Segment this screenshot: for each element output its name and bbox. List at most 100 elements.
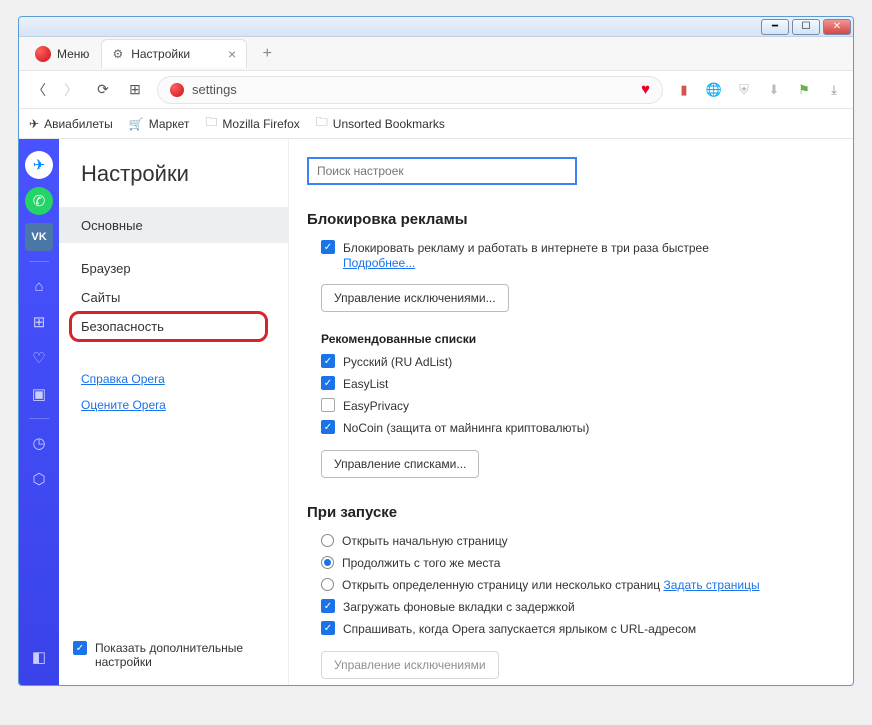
speed-dial-dock-icon[interactable]: ⊞	[25, 308, 53, 336]
manage-exceptions-2-button[interactable]: Управление исключениями	[321, 651, 499, 679]
startup-r3[interactable]: Открыть определенную страницу или нескол…	[321, 577, 835, 593]
bookmark-label: Mozilla Firefox	[222, 117, 299, 131]
tab-title: Настройки	[131, 47, 190, 61]
content-area: ✈ ✆ VK ⌂ ⊞ ♡ ▣ ◷ ⬡ ◧ Настройки Основные …	[19, 139, 853, 685]
address-field[interactable]: settings ♥	[157, 76, 663, 104]
list-ru-row[interactable]: ✓Русский (RU AdList)	[321, 354, 835, 370]
bookmark-market[interactable]: 🛒Маркет	[129, 117, 190, 131]
bookmark-firefox[interactable]: 🗀 Mozilla Firefox	[205, 113, 299, 134]
maximize-button[interactable]: ☐	[792, 19, 820, 35]
dock-separator	[29, 418, 49, 419]
list-label: EasyList	[343, 376, 388, 392]
speed-dial-icon[interactable]: ⊞	[125, 80, 145, 100]
address-text: settings	[192, 82, 237, 97]
startup-r1[interactable]: Открыть начальную страницу	[321, 533, 835, 549]
extension-icon-3[interactable]: ⚑	[795, 81, 813, 99]
bookmark-unsorted[interactable]: 🗀 Unsorted Bookmarks	[316, 113, 445, 134]
vk-icon[interactable]: VK	[25, 223, 53, 251]
new-tab-button[interactable]: +	[255, 42, 279, 66]
radio-icon[interactable]	[321, 556, 334, 569]
adblock-more-link[interactable]: Подробнее...	[343, 256, 415, 270]
checkbox-icon[interactable]: ✓	[321, 376, 335, 390]
sidebar-toggle-icon[interactable]: ◧	[25, 643, 53, 671]
news-icon[interactable]: ▣	[25, 380, 53, 408]
address-bar: 〈 〉 ⟳ ⊞ settings ♥ ▮ 🌐 ⛨ ⬇ ⚑ ⤓	[19, 71, 853, 109]
shield-icon[interactable]: ⛨	[735, 81, 753, 99]
adblock-label: Блокировать рекламу и работать в интерне…	[343, 241, 709, 255]
check-label: Загружать фоновые вкладки с задержкой	[343, 599, 575, 615]
startup-r2[interactable]: Продолжить с того же места	[321, 555, 835, 571]
section-startup: При запуске	[307, 504, 835, 521]
folder-icon: 🗀	[205, 113, 217, 134]
checkbox-icon[interactable]: ✓	[321, 398, 335, 412]
radio-icon[interactable]	[321, 578, 334, 591]
messenger-icon[interactable]: ✈	[25, 151, 53, 179]
nav-sites[interactable]: Сайты	[59, 286, 288, 309]
settings-sidebar: Настройки Основные Браузер Сайты Безопас…	[59, 139, 289, 685]
advanced-label: Показать дополнительные настройки	[95, 641, 274, 669]
set-pages-link[interactable]: Задать страницы	[664, 578, 760, 592]
tab-bar: Меню ⚙ Настройки × +	[19, 37, 853, 71]
side-dock: ✈ ✆ VK ⌂ ⊞ ♡ ▣ ◷ ⬡ ◧	[19, 139, 59, 685]
close-button[interactable]: ✕	[823, 19, 851, 35]
folder-icon: 🗀	[316, 113, 328, 134]
history-icon[interactable]: ◷	[25, 429, 53, 457]
manage-lists-button[interactable]: Управление списками...	[321, 450, 479, 478]
bookmark-avia[interactable]: ✈ Авиабилеты	[29, 117, 113, 131]
forward-button[interactable]: 〉	[61, 80, 81, 100]
checkbox-icon[interactable]: ✓	[321, 240, 335, 254]
adblock-toggle-row[interactable]: ✓ Блокировать рекламу и работать в интер…	[321, 240, 835, 270]
help-link[interactable]: Справка Opera	[81, 372, 165, 386]
startup-c2[interactable]: ✓ Спрашивать, когда Opera запускается ярл…	[321, 621, 835, 637]
checkbox-icon[interactable]: ✓	[73, 641, 87, 655]
downloads-icon[interactable]: ⤓	[825, 81, 843, 99]
checkbox-icon[interactable]: ✓	[321, 354, 335, 368]
settings-search-input[interactable]	[307, 157, 577, 185]
lists-heading: Рекомендованные списки	[321, 332, 835, 346]
settings-title: Настройки	[59, 161, 288, 207]
list-label: EasyPrivacy	[343, 398, 409, 414]
whatsapp-icon[interactable]: ✆	[25, 187, 53, 215]
extension-icon-2[interactable]: 🌐	[705, 81, 723, 99]
rate-link[interactable]: Оцените Opera	[81, 398, 166, 412]
plane-icon: ✈	[29, 117, 39, 131]
r3-text: Открыть определенную страницу или нескол…	[342, 578, 660, 592]
list-nocoin-row[interactable]: ✓NoCoin (защита от майнинга криптовалюты…	[321, 420, 835, 436]
nav-main[interactable]: Основные	[59, 207, 288, 243]
bookmarks-bar: ✈ Авиабилеты 🛒Маркет 🗀 Mozilla Firefox 🗀 Un…	[19, 109, 853, 139]
snapshot-icon[interactable]: ⌂	[25, 272, 53, 300]
checkbox-icon[interactable]: ✓	[321, 621, 335, 635]
checkbox-icon[interactable]: ✓	[321, 420, 335, 434]
checkbox-icon[interactable]: ✓	[321, 599, 335, 613]
extension-icon-1[interactable]: ▮	[675, 81, 693, 99]
advanced-toggle[interactable]: ✓ Показать дополнительные настройки	[59, 631, 288, 685]
opera-menu-button[interactable]: Меню	[25, 40, 99, 68]
startup-c1[interactable]: ✓ Загружать фоновые вкладки с задержкой	[321, 599, 835, 615]
back-button[interactable]: 〈	[29, 80, 49, 100]
close-tab-icon[interactable]: ×	[228, 46, 236, 62]
section-adblock: Блокировка рекламы	[307, 211, 835, 228]
nav-rate[interactable]: Оцените Opera	[59, 392, 288, 418]
minimize-button[interactable]: ━	[761, 19, 789, 35]
radio-label: Продолжить с того же места	[342, 555, 500, 571]
radio-icon[interactable]	[321, 534, 334, 547]
list-privacy-row[interactable]: ✓ EasyPrivacy	[321, 398, 835, 414]
nav-browser[interactable]: Браузер	[59, 243, 288, 286]
extensions-dock-icon[interactable]: ⬡	[25, 465, 53, 493]
check-label: Спрашивать, когда Opera запускается ярлы…	[343, 621, 696, 637]
nav-security-label: Безопасность	[81, 319, 164, 334]
list-easy-row[interactable]: ✓ EasyList	[321, 376, 835, 392]
download-arrow-icon[interactable]: ⬇	[765, 81, 783, 99]
heart-dock-icon[interactable]: ♡	[25, 344, 53, 372]
nav-security[interactable]: Безопасность	[59, 309, 288, 344]
reload-button[interactable]: ⟳	[93, 80, 113, 100]
manage-exceptions-button[interactable]: Управление исключениями...	[321, 284, 509, 312]
bookmark-label: Авиабилеты	[44, 117, 113, 131]
heart-icon[interactable]: ♥	[641, 81, 650, 98]
bookmark-label: Unsorted Bookmarks	[333, 117, 445, 131]
dock-separator	[29, 261, 49, 262]
tab-settings[interactable]: ⚙ Настройки ×	[101, 39, 247, 68]
nav-help[interactable]: Справка Opera	[59, 366, 288, 392]
menu-label: Меню	[57, 47, 89, 61]
settings-main: Блокировка рекламы ✓ Блокировать рекламу…	[289, 139, 853, 685]
